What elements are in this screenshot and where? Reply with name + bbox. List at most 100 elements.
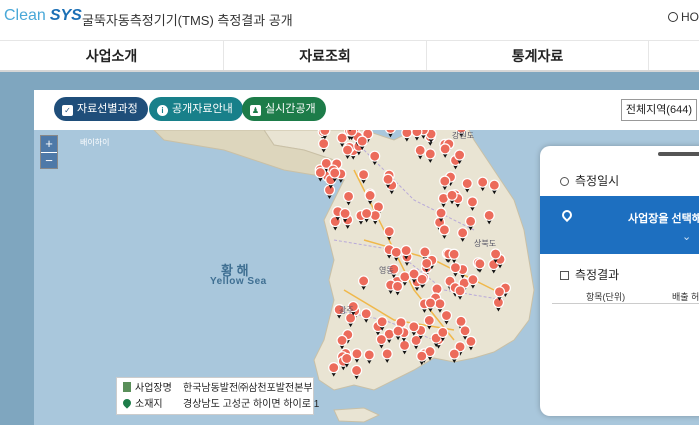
site-marker[interactable] bbox=[464, 215, 477, 227]
site-marker[interactable] bbox=[336, 334, 348, 347]
zoom-out-button[interactable]: − bbox=[41, 152, 57, 168]
site-marker[interactable] bbox=[400, 244, 412, 257]
home-link[interactable]: HO bbox=[668, 10, 699, 24]
site-marker[interactable] bbox=[328, 362, 340, 374]
region-select[interactable]: 전체지역(644) bbox=[620, 99, 697, 121]
checkbox-icon: ✓ bbox=[62, 105, 73, 116]
site-marker[interactable] bbox=[351, 348, 363, 360]
site-marker[interactable] bbox=[350, 364, 363, 377]
place-label: 강원도 bbox=[452, 131, 475, 140]
site-marker[interactable] bbox=[449, 262, 462, 274]
selection-process-button[interactable]: ✓ 자료선별과정 bbox=[54, 97, 148, 121]
site-marker[interactable] bbox=[381, 348, 393, 360]
site-marker[interactable] bbox=[459, 325, 471, 337]
site-marker[interactable] bbox=[416, 350, 428, 362]
site-marker[interactable] bbox=[360, 207, 373, 220]
users-icon: ♟ bbox=[250, 105, 261, 116]
site-marker[interactable] bbox=[341, 352, 353, 365]
site-marker[interactable] bbox=[439, 143, 451, 155]
site-marker[interactable] bbox=[465, 335, 477, 347]
site-marker[interactable] bbox=[392, 280, 404, 292]
site-marker[interactable] bbox=[363, 349, 375, 361]
site-marker[interactable] bbox=[356, 135, 368, 147]
site-select-bar[interactable]: 사업장을 선택해 ⌄ bbox=[540, 196, 699, 254]
site-marker[interactable] bbox=[383, 225, 395, 238]
site-marker[interactable] bbox=[376, 316, 388, 328]
panel-drag-handle[interactable] bbox=[658, 152, 699, 156]
main-nav: 사업소개 자료조회 통계자료 bbox=[0, 40, 699, 72]
site-name-value: 한국남동발전㈜삼천포발전본부 bbox=[183, 383, 313, 394]
site-marker[interactable] bbox=[419, 246, 431, 258]
site-marker[interactable] bbox=[314, 166, 326, 179]
site-marker[interactable] bbox=[493, 286, 506, 298]
site-marker[interactable] bbox=[483, 209, 495, 221]
zoom-control: + − bbox=[40, 135, 58, 169]
site-info-box: 사업장명 한국남동발전㈜삼천포발전본부 소재지 경상남도 고성군 하이면 하이로 1 bbox=[116, 377, 319, 415]
site-address-label: 소재지 bbox=[135, 399, 163, 410]
chevron-down-icon[interactable]: ⌄ bbox=[682, 230, 691, 243]
site-marker[interactable] bbox=[421, 257, 433, 270]
sea-label-en: Yellow Sea bbox=[210, 276, 267, 287]
nav-item-business-intro[interactable]: 사업소개 bbox=[0, 41, 224, 70]
site-marker[interactable] bbox=[382, 173, 394, 185]
open-data-guide-button[interactable]: i 공개자료안내 bbox=[149, 97, 243, 121]
nav-item-statistics[interactable]: 통계자료 bbox=[427, 41, 649, 70]
site-marker[interactable] bbox=[492, 296, 505, 309]
logo-sys-text: SYS bbox=[49, 7, 82, 24]
site-marker[interactable] bbox=[424, 148, 436, 160]
site-marker[interactable] bbox=[360, 308, 372, 320]
site-marker[interactable] bbox=[342, 190, 355, 203]
site-marker[interactable] bbox=[488, 179, 500, 191]
site-marker[interactable] bbox=[457, 227, 469, 239]
site-marker[interactable] bbox=[448, 248, 460, 260]
site-marker[interactable] bbox=[416, 273, 428, 285]
site-marker[interactable] bbox=[461, 177, 473, 190]
site-marker[interactable] bbox=[390, 246, 402, 258]
site-marker[interactable] bbox=[431, 283, 443, 295]
site-marker[interactable] bbox=[423, 314, 435, 327]
site-marker[interactable] bbox=[440, 309, 453, 322]
globe-icon bbox=[668, 12, 678, 22]
site-marker[interactable] bbox=[357, 169, 370, 181]
column-item-unit: 항목(단위) bbox=[586, 292, 626, 302]
site-marker[interactable] bbox=[439, 175, 451, 187]
site-marker[interactable] bbox=[339, 207, 351, 220]
site-marker[interactable] bbox=[398, 339, 411, 351]
site-marker[interactable] bbox=[424, 297, 437, 309]
site-marker[interactable] bbox=[399, 271, 411, 283]
site-marker[interactable] bbox=[435, 207, 447, 219]
site-marker[interactable] bbox=[466, 196, 479, 208]
site-marker[interactable] bbox=[455, 315, 467, 327]
site-marker[interactable] bbox=[375, 333, 388, 346]
site-marker[interactable] bbox=[318, 138, 330, 150]
site-marker[interactable] bbox=[358, 275, 370, 287]
realtime-button[interactable]: ♟ 실시간공개 bbox=[242, 97, 326, 121]
site-marker[interactable] bbox=[454, 285, 466, 297]
site-marker[interactable] bbox=[329, 167, 341, 179]
site-marker[interactable] bbox=[434, 298, 446, 310]
site-marker[interactable] bbox=[477, 176, 489, 188]
site-marker[interactable] bbox=[437, 326, 449, 338]
site-marker[interactable] bbox=[408, 321, 420, 333]
site-marker[interactable] bbox=[364, 189, 376, 202]
cleansys-logo[interactable]: Clean SYS bbox=[4, 7, 82, 25]
open-data-guide-label: 공개자료안내 bbox=[172, 103, 233, 115]
selection-process-label: 자료선별과정 bbox=[77, 103, 138, 115]
site-marker[interactable] bbox=[446, 189, 458, 201]
site-marker[interactable] bbox=[438, 224, 451, 236]
site-marker[interactable] bbox=[369, 150, 381, 162]
nav-item-data-search[interactable]: 자료조회 bbox=[224, 41, 427, 70]
measurement-result-header: 측정결과 bbox=[560, 266, 619, 283]
zoom-in-button[interactable]: + bbox=[41, 136, 57, 152]
site-marker[interactable] bbox=[336, 132, 348, 144]
jeju-island bbox=[333, 407, 381, 423]
site-marker[interactable] bbox=[341, 144, 354, 156]
site-marker[interactable] bbox=[414, 144, 426, 156]
site-marker[interactable] bbox=[467, 274, 479, 286]
site-marker[interactable] bbox=[454, 149, 466, 161]
site-marker[interactable] bbox=[448, 348, 460, 360]
site-marker[interactable] bbox=[392, 325, 404, 337]
place-label: 영동 bbox=[379, 266, 394, 275]
site-marker[interactable] bbox=[489, 248, 502, 260]
site-marker[interactable] bbox=[474, 258, 486, 270]
